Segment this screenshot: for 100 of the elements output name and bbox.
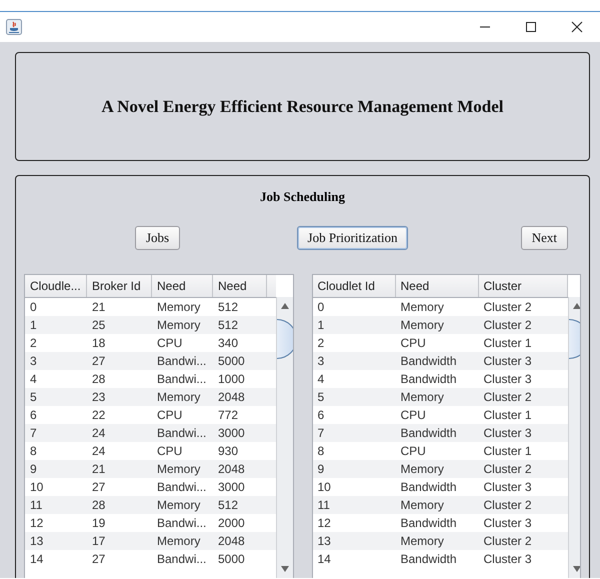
scroll-thumb[interactable]	[276, 319, 292, 359]
scroll-down-icon[interactable]	[280, 566, 288, 572]
table-cell-text: Memory	[156, 462, 202, 476]
table-cell-text: Bandwidth	[400, 426, 458, 440]
table-cell-text: Memory	[156, 318, 202, 332]
table-cell-text: Cluster 1	[482, 408, 533, 422]
table-cell-text: Bandwidth	[400, 516, 458, 530]
section-title: Job Scheduling	[259, 189, 346, 205]
table-cell-text: 3000	[217, 480, 246, 494]
column-header[interactable]: Cluster	[478, 275, 568, 297]
table-cell-text: 10	[29, 480, 44, 494]
table-cell-text: Memory	[156, 534, 202, 548]
action-button[interactable]: Job Prioritization	[296, 226, 408, 250]
scroll-down-icon[interactable]	[572, 566, 580, 572]
action-button[interactable]: Jobs	[135, 226, 180, 250]
table-cell-text: 2048	[217, 462, 246, 476]
table-cell-text: Cluster 3	[482, 480, 533, 494]
column-header[interactable]: Broker Id	[87, 275, 152, 297]
table-cell-text: 11	[316, 498, 331, 512]
table-cell-text: 13	[316, 534, 332, 548]
table-cell-text: CPU	[156, 408, 184, 422]
table-cell-text: 22	[91, 408, 106, 422]
table-cell-text: 12	[29, 516, 44, 530]
column-header[interactable]: Cloudle...	[25, 275, 87, 297]
column-header[interactable]: Cloudlet Id	[312, 275, 396, 297]
table-cell-text: Memory	[400, 462, 445, 476]
table-cell-text: Cluster 2	[482, 498, 533, 512]
table-cell-text: 14	[29, 552, 44, 566]
table-cell-text: 772	[217, 408, 240, 422]
table-cell-text: 1	[29, 318, 38, 332]
table-cell-text: 3	[316, 354, 326, 368]
table-cell-text: Cluster 3	[482, 516, 533, 530]
table-cell-text: Cluster 1	[482, 336, 533, 350]
table-cell-text: Bandwi...	[156, 426, 208, 440]
table-cell-text: CPU	[156, 444, 184, 458]
table-cell-text: 8	[316, 444, 326, 458]
app-title: A Novel Energy Efficient Resource Management Model	[102, 96, 504, 116]
table-cell-text: 1000	[217, 372, 246, 386]
table-cell-text: Bandwi...	[156, 354, 208, 368]
table-cell-text: Cluster 2	[482, 318, 533, 332]
table-cell-text: 25	[91, 318, 106, 332]
table-cell-text: CPU	[400, 336, 427, 350]
table-cell-text: 24	[91, 426, 106, 440]
table-cell-text: Bandwi...	[156, 480, 208, 494]
table-cell-text: 21	[91, 300, 106, 314]
table-cell-text: 5000	[217, 552, 246, 566]
table-cell-text: 930	[217, 444, 240, 458]
table-cell-text: Bandwi...	[156, 372, 208, 386]
column-header[interactable]: Need	[396, 275, 478, 297]
scrollbar[interactable]	[276, 297, 292, 578]
table-cell-text: 6	[316, 408, 326, 422]
action-button[interactable]: Next	[520, 226, 568, 250]
column-header[interactable]: Need	[152, 275, 213, 297]
table-cell-text: 5000	[217, 354, 246, 368]
column-header[interactable]: Need	[213, 275, 267, 297]
table-cell-text: 18	[91, 336, 106, 350]
table-cell-text: Bandwidth	[400, 354, 458, 368]
table-cell-text: 1	[316, 318, 326, 332]
scroll-up-icon[interactable]	[572, 303, 580, 309]
table-cell-text: 27	[91, 354, 106, 368]
table-cell-text: 24	[91, 444, 106, 458]
table-cell-text: 11	[29, 498, 44, 512]
table-cell-text: Cluster 1	[482, 444, 533, 458]
table-cell-text: 512	[217, 300, 240, 314]
scroll-up-icon[interactable]	[280, 303, 288, 309]
table-cell-text: Memory	[400, 534, 445, 548]
table-cell-text: Memory	[156, 390, 202, 404]
java-cup-icon[interactable]	[6, 19, 22, 35]
table-cell-text: 9	[29, 462, 38, 476]
table-cell-text: Cluster 2	[482, 462, 533, 476]
table-cell-text: 7	[29, 426, 38, 440]
table-cell-text: Cluster 2	[482, 534, 533, 548]
table-cell-text: 27	[91, 552, 106, 566]
table-cell-text: 0	[316, 300, 326, 314]
table-cell-text: 27	[91, 480, 106, 494]
scrollbar[interactable]	[568, 297, 580, 578]
close-icon[interactable]	[571, 21, 583, 33]
table-cell-text: 2	[29, 336, 38, 350]
table-cell-text: Bandwi...	[156, 552, 208, 566]
table-cell-text: Cluster 2	[482, 300, 533, 314]
table-cell-text: 4	[29, 372, 38, 386]
table-cell-text: 28	[91, 498, 106, 512]
table-cell-text: Cluster 3	[482, 354, 533, 368]
table-cell-text: 10	[316, 480, 332, 494]
table-cell-text: 5	[316, 390, 326, 404]
table-cell-text: Cluster 2	[482, 390, 533, 404]
table-cell-text: Memory	[400, 300, 445, 314]
table-cell-text: Memory	[156, 498, 202, 512]
table-cell-text: 7	[316, 426, 326, 440]
table-cell-text: Memory	[156, 300, 202, 314]
table-cell-text: CPU	[400, 444, 427, 458]
table-cell-text: 5	[29, 390, 38, 404]
table-cell-text: Cluster 3	[482, 552, 533, 566]
table-cell-text: Bandwi...	[156, 516, 208, 530]
table-cell-text: 3000	[217, 426, 246, 440]
table-cell-text: Memory	[400, 498, 445, 512]
table-cell-text: Bandwidth	[400, 552, 458, 566]
table-cell-text: 9	[316, 462, 326, 476]
maximize-icon[interactable]	[525, 21, 537, 33]
table-cell-text: 4	[316, 372, 326, 386]
